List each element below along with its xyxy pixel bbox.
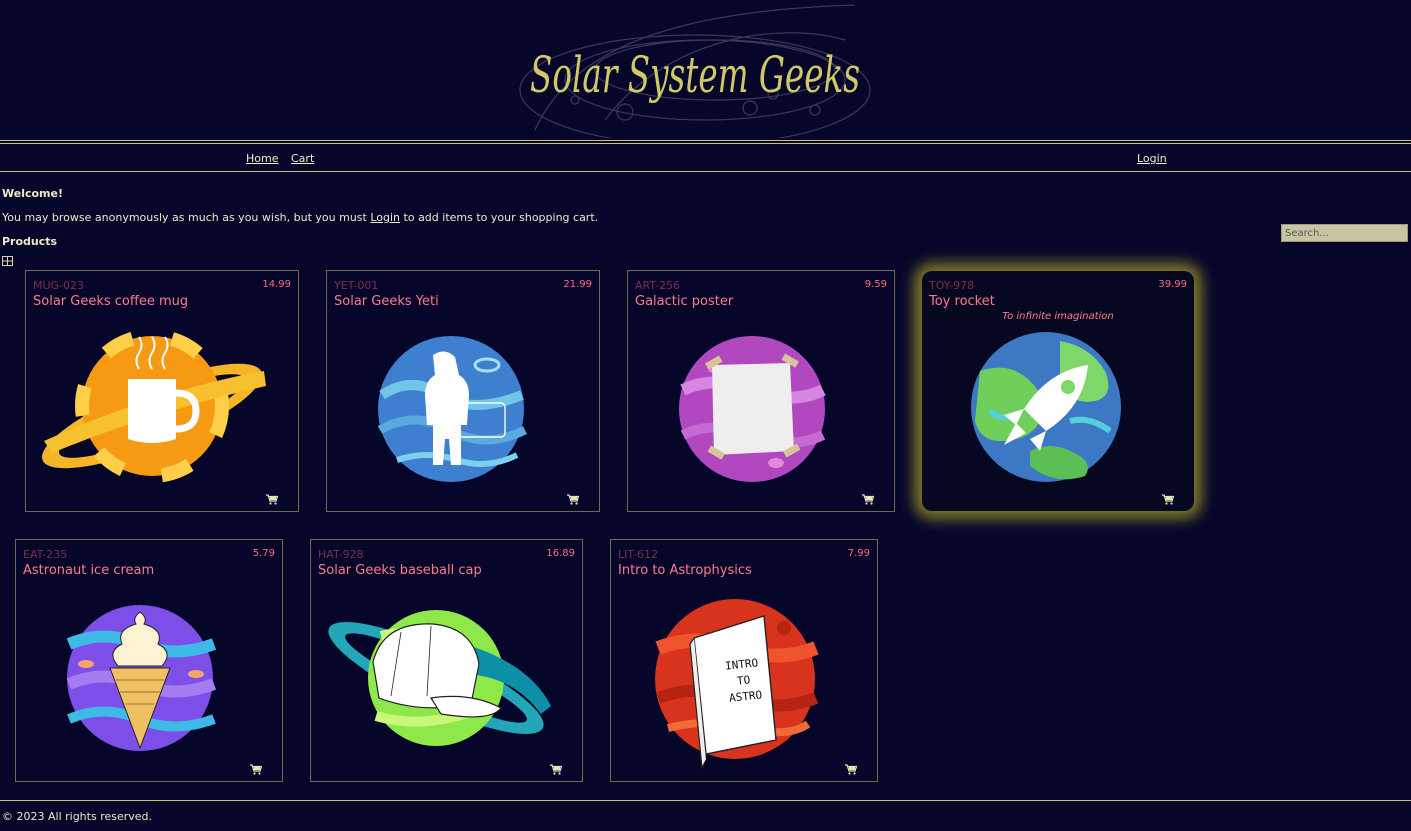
main-nav: Home Cart Login [0, 143, 1411, 172]
welcome-text-before: You may browse anonymously as much as yo… [2, 211, 371, 224]
product-name[interactable]: Astronaut ice cream [23, 563, 154, 578]
product-name[interactable]: Solar Geeks Yeti [334, 294, 439, 309]
welcome-login-link[interactable]: Login [370, 211, 400, 224]
nav-home-link[interactable]: Home [246, 152, 278, 165]
yeti-planet-image [377, 336, 528, 482]
product-card[interactable]: HAT-928 16.89 Solar Geeks baseball cap [310, 539, 583, 782]
product-price: 16.89 [546, 548, 575, 559]
product-card[interactable]: MUG-023 14.99 Solar Geeks coffee mug [25, 270, 299, 512]
product-card[interactable]: YET-001 21.99 Solar Geeks Yeti [326, 270, 600, 512]
ice-cream-planet-image [66, 605, 217, 751]
poster-planet-image [679, 336, 826, 482]
product-name[interactable]: Intro to Astrophysics [618, 563, 752, 578]
product-sku: EAT-235 [23, 548, 68, 561]
nav-login-link[interactable]: Login [1137, 152, 1167, 165]
footer-divider [0, 800, 1411, 801]
product-price: 21.99 [563, 279, 592, 290]
coffee-mug-planet-image [42, 329, 266, 483]
add-to-cart-icon[interactable] [550, 764, 562, 775]
product-sku: ART-256 [635, 279, 681, 292]
nav-cart-link[interactable]: Cart [291, 152, 314, 165]
logo-text: Solar System Geeks [530, 46, 860, 104]
add-to-cart-icon[interactable] [567, 494, 579, 505]
book-text-line: TO [736, 673, 751, 687]
add-to-cart-icon[interactable] [250, 764, 262, 775]
product-name[interactable]: Toy rocket [929, 294, 995, 309]
product-price: 7.99 [847, 548, 870, 559]
welcome-text: You may browse anonymously as much as yo… [2, 211, 598, 224]
product-name[interactable]: Solar Geeks baseball cap [318, 563, 482, 578]
product-card-featured[interactable]: TOY-978 39.99 Toy rocket To infinite ima… [922, 271, 1194, 511]
product-price: 14.99 [262, 279, 291, 290]
product-price: 39.99 [1158, 279, 1187, 290]
product-sku: TOY-978 [929, 279, 975, 292]
product-price: 5.79 [252, 548, 275, 559]
site-header: Solar System Geeks [0, 0, 1411, 141]
rocket-planet-image [971, 332, 1121, 482]
product-tagline: To infinite imagination [1002, 311, 1114, 322]
product-price: 9.59 [864, 279, 887, 290]
add-to-cart-icon[interactable] [845, 764, 857, 775]
product-card[interactable]: EAT-235 5.79 Astronaut ice cream [15, 539, 283, 782]
products-heading: Products [2, 235, 58, 248]
product-name[interactable]: Galactic poster [635, 294, 733, 309]
product-sku: MUG-023 [33, 279, 85, 292]
search-input[interactable] [1281, 224, 1408, 242]
footer-copyright: © 2023 All rights reserved. [2, 810, 153, 823]
grid-view-icon[interactable] [2, 256, 13, 266]
baseball-cap-planet-image [328, 610, 551, 746]
astrophysics-book-planet-image: INTRO TO ASTRO [655, 599, 819, 771]
add-to-cart-icon[interactable] [266, 494, 278, 505]
product-name[interactable]: Solar Geeks coffee mug [33, 294, 188, 309]
welcome-title: Welcome! [2, 187, 63, 200]
product-sku: HAT-928 [318, 548, 364, 561]
add-to-cart-icon[interactable] [862, 494, 874, 505]
product-sku: LIT-612 [618, 548, 659, 561]
site-logo: Solar System Geeks [519, 4, 871, 138]
product-card[interactable]: LIT-612 7.99 Intro to Astrophysics INTRO… [610, 539, 878, 782]
welcome-text-after: to add items to your shopping cart. [400, 211, 599, 224]
product-card[interactable]: ART-256 9.59 Galactic poster [627, 270, 895, 512]
product-sku: YET-001 [334, 279, 379, 292]
add-to-cart-icon[interactable] [1162, 494, 1174, 505]
